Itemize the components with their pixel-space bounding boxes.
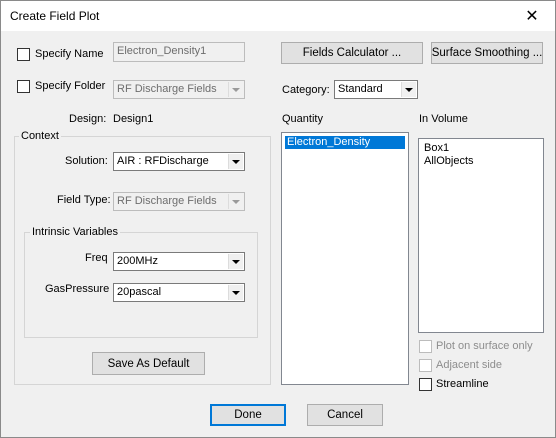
- quantity-item-electron-density[interactable]: Electron_Density: [285, 136, 405, 149]
- plot-on-surface-checkbox[interactable]: [419, 340, 432, 353]
- adjacent-side-label: Adjacent side: [436, 359, 503, 371]
- context-group-title: Context: [19, 130, 61, 142]
- gas-pressure-select-value: 20pascal: [117, 286, 162, 298]
- quantity-label: Quantity: [282, 113, 323, 125]
- specify-name-label: Specify Name: [35, 48, 104, 60]
- field-type-select-value: RF Discharge Fields: [117, 195, 217, 207]
- plot-name-field[interactable]: Electron_Density1: [113, 42, 245, 62]
- design-value: Design1: [113, 113, 154, 125]
- specify-name-checkbox[interactable]: [17, 48, 30, 61]
- save-as-default-button[interactable]: Save As Default: [92, 352, 205, 375]
- folder-select[interactable]: RF Discharge Fields: [113, 80, 245, 99]
- design-label: Design:: [69, 113, 107, 125]
- quantity-list[interactable]: Electron_Density: [281, 132, 409, 385]
- freq-select[interactable]: 200MHz: [113, 252, 245, 271]
- plot-on-surface-label: Plot on surface only: [436, 340, 533, 352]
- adjacent-side-checkbox[interactable]: [419, 359, 432, 372]
- in-volume-list[interactable]: Box1 AllObjects: [418, 138, 544, 333]
- streamline-checkbox[interactable]: [419, 378, 432, 391]
- category-label: Category:: [282, 84, 330, 96]
- window-title: Create Field Plot: [10, 9, 100, 23]
- category-select-value: Standard: [338, 83, 383, 95]
- intrinsic-variables-title: Intrinsic Variables: [30, 226, 120, 238]
- solution-select-value: AIR : RFDischarge: [117, 155, 209, 167]
- chevron-down-icon: [228, 254, 243, 269]
- in-volume-item-allobjects[interactable]: AllObjects: [422, 155, 540, 168]
- specify-folder-checkbox[interactable]: [17, 80, 30, 93]
- gas-pressure-select[interactable]: 20pascal: [113, 283, 245, 302]
- close-button[interactable]: ✕: [509, 1, 555, 31]
- freq-select-value: 200MHz: [117, 255, 158, 267]
- streamline-label: Streamline: [436, 378, 489, 390]
- fields-calculator-button[interactable]: Fields Calculator ...: [281, 42, 423, 64]
- field-type-select[interactable]: RF Discharge Fields: [113, 192, 245, 211]
- surface-smoothing-button[interactable]: Surface Smoothing ...: [431, 42, 543, 64]
- folder-select-value: RF Discharge Fields: [117, 83, 217, 95]
- field-type-label: Field Type:: [57, 194, 111, 206]
- chevron-down-icon: [401, 82, 416, 97]
- chevron-down-icon: [228, 154, 243, 169]
- chevron-down-icon: [228, 194, 243, 209]
- create-field-plot-dialog: Create Field Plot ✕ Specify Name Electro…: [0, 0, 556, 438]
- title-bar: Create Field Plot ✕: [1, 1, 555, 31]
- chevron-down-icon: [228, 82, 243, 97]
- specify-folder-label: Specify Folder: [35, 80, 106, 92]
- done-button[interactable]: Done: [210, 404, 286, 426]
- chevron-down-icon: [228, 285, 243, 300]
- gas-pressure-label: GasPressure: [45, 283, 110, 295]
- solution-label: Solution:: [65, 155, 108, 167]
- close-icon: ✕: [525, 8, 539, 25]
- freq-label: Freq: [85, 252, 108, 264]
- in-volume-item-box1[interactable]: Box1: [422, 142, 540, 155]
- category-select[interactable]: Standard: [334, 80, 418, 99]
- cancel-button[interactable]: Cancel: [307, 404, 383, 426]
- in-volume-label: In Volume: [419, 113, 468, 125]
- solution-select[interactable]: AIR : RFDischarge: [113, 152, 245, 171]
